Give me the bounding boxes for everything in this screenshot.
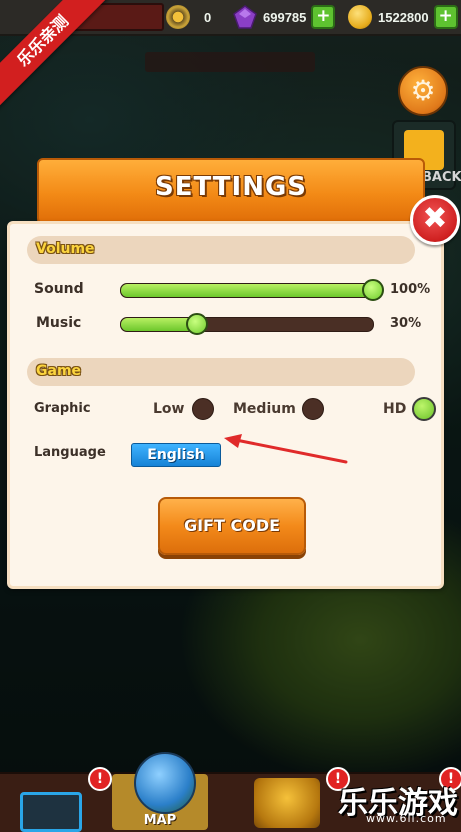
watermark-url: www.6ll.com bbox=[366, 812, 447, 825]
shop-alert-badge: ! bbox=[88, 767, 112, 791]
coin-resource: 1522800 + bbox=[348, 4, 458, 30]
globe-icon bbox=[134, 752, 196, 814]
language-label: Language bbox=[34, 445, 106, 460]
graphic-option-hd[interactable]: HD bbox=[383, 401, 406, 417]
graphic-option-low[interactable]: Low bbox=[153, 401, 184, 417]
hidden-banner bbox=[145, 52, 315, 72]
gift-code-button[interactable]: GIFT CODE bbox=[158, 497, 306, 555]
volume-header-label: Volume bbox=[36, 241, 95, 257]
cart-icon bbox=[20, 792, 82, 832]
graphic-low-radio[interactable] bbox=[192, 398, 214, 420]
graphic-option-medium[interactable]: Medium bbox=[233, 401, 296, 417]
close-button[interactable]: ✖ bbox=[410, 195, 460, 245]
volume-section-header: Volume bbox=[27, 236, 415, 264]
coin-count: 1522800 bbox=[378, 9, 429, 25]
game-header-label: Game bbox=[36, 363, 82, 379]
sound-value: 100% bbox=[390, 282, 431, 297]
music-value: 30% bbox=[390, 316, 422, 331]
graphic-medium-radio[interactable] bbox=[302, 398, 324, 420]
add-coins-button[interactable]: + bbox=[433, 5, 458, 29]
medal-count: 0 bbox=[204, 9, 212, 25]
gear-icon[interactable]: ⚙ bbox=[398, 66, 448, 116]
settings-title: SETTINGS bbox=[154, 172, 308, 202]
gem-resource: 699785 + bbox=[233, 4, 336, 30]
sound-slider-handle[interactable] bbox=[362, 279, 384, 301]
music-slider-handle[interactable] bbox=[185, 313, 208, 335]
language-button[interactable]: English bbox=[131, 443, 221, 467]
sound-slider-fill bbox=[121, 284, 373, 297]
graphic-hd-radio[interactable] bbox=[412, 397, 436, 421]
helmet-icon[interactable] bbox=[254, 778, 320, 828]
gem-icon bbox=[233, 5, 257, 29]
settings-header: SETTINGS bbox=[37, 158, 425, 224]
gem-count: 699785 bbox=[263, 9, 307, 25]
medal-icon bbox=[166, 5, 190, 29]
graphic-label: Graphic bbox=[34, 401, 91, 416]
music-label: Music bbox=[36, 315, 82, 331]
music-slider[interactable] bbox=[120, 313, 374, 335]
game-section-header: Game bbox=[27, 358, 415, 386]
settings-panel: Volume Sound 100% Music 30% Game Graphic… bbox=[7, 221, 444, 589]
map-tab-label: MAP bbox=[143, 813, 177, 828]
map-tab[interactable]: MAP bbox=[112, 752, 208, 830]
add-gems-button[interactable]: + bbox=[311, 5, 336, 29]
arrow-annotation bbox=[224, 434, 348, 464]
sound-slider[interactable] bbox=[120, 279, 384, 301]
coin-icon bbox=[348, 5, 372, 29]
medal-resource: 0 bbox=[166, 4, 211, 30]
sound-label: Sound bbox=[34, 281, 84, 297]
back-label: BACK bbox=[422, 170, 461, 185]
